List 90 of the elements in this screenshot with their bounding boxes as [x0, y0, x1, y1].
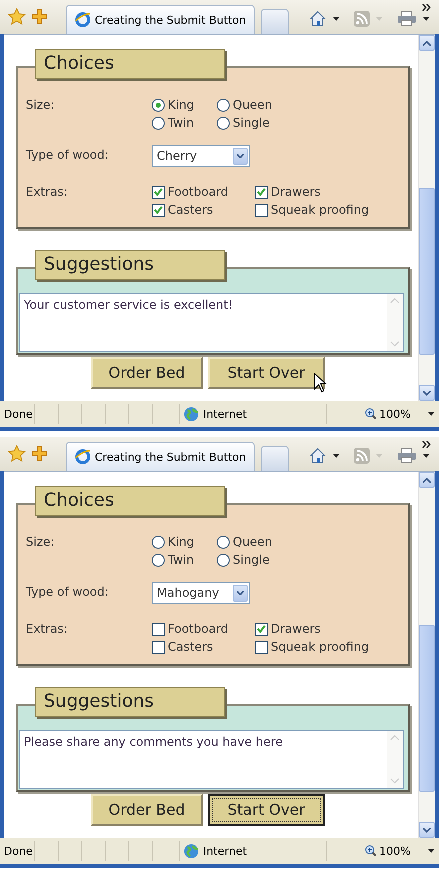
panel-title: Suggestions	[35, 250, 225, 280]
panel-title: Choices	[35, 486, 225, 516]
scroll-down-icon[interactable]	[423, 828, 431, 832]
order-button[interactable]: Order Bed	[91, 357, 203, 389]
order-button[interactable]: Order Bed	[91, 794, 203, 826]
checkbox-option[interactable]: Footboard	[152, 622, 255, 636]
field-label: Type of wood:	[26, 585, 110, 599]
checkbox-option[interactable]: Drawers	[255, 622, 385, 636]
checkbox[interactable]	[255, 186, 268, 198]
chevron-icon[interactable]	[422, 4, 431, 11]
checkbox[interactable]	[255, 204, 268, 216]
checkbox-option[interactable]: Casters	[152, 640, 255, 654]
checkbox[interactable]	[152, 204, 165, 216]
browser-logo-icon	[75, 12, 91, 28]
radio-option[interactable]: Single	[217, 116, 297, 130]
radio-button[interactable]	[217, 116, 230, 130]
radio-button[interactable]	[217, 554, 230, 566]
browser-logo-icon	[75, 449, 91, 465]
wood-select[interactable]: Mahogany	[152, 582, 250, 604]
browser-tab[interactable]: Creating the Submit Button	[66, 5, 256, 34]
scrollbar[interactable]	[418, 35, 435, 401]
radio-option[interactable]: Queen	[217, 535, 297, 549]
field-label: Size:	[26, 98, 56, 112]
scroll-up-icon[interactable]	[423, 40, 431, 46]
wood-select[interactable]: Cherry	[152, 145, 250, 167]
radio-button[interactable]	[152, 98, 165, 112]
caret-icon	[237, 154, 244, 158]
suggestions-field[interactable]: Please share any comments you have here	[19, 730, 404, 789]
zone-text: Internet	[203, 408, 248, 420]
radio-button[interactable]	[152, 554, 165, 566]
zoom-icon[interactable]	[364, 408, 376, 420]
zoom-level[interactable]: 100%	[380, 844, 411, 858]
radio-option[interactable]: King	[152, 535, 217, 549]
caret-icon[interactable]	[423, 17, 430, 21]
radio-option[interactable]: Twin	[152, 553, 217, 567]
home-icon[interactable]	[309, 447, 328, 465]
panel-title: Suggestions	[35, 687, 225, 717]
radio-option[interactable]: Single	[217, 553, 297, 567]
caret-icon[interactable]	[333, 454, 340, 458]
dropdown-button[interactable]	[233, 148, 248, 164]
checkbox-option[interactable]: Drawers	[255, 185, 385, 199]
checkbox[interactable]	[152, 186, 165, 198]
scroll-down-icon[interactable]	[423, 390, 431, 396]
star-icon[interactable]	[8, 445, 26, 463]
radio-button[interactable]	[217, 536, 230, 548]
checkbox-option[interactable]: Casters	[152, 203, 255, 217]
plus-icon[interactable]	[32, 446, 48, 462]
caret-icon[interactable]	[333, 17, 340, 21]
printer-icon[interactable]	[397, 11, 418, 27]
radio-option[interactable]: Twin	[152, 116, 217, 130]
zoom-level[interactable]: 100%	[380, 408, 411, 420]
caret-icon[interactable]	[428, 412, 435, 416]
status-text: Done	[4, 408, 34, 420]
dropdown-button[interactable]	[233, 584, 248, 602]
browser-tab[interactable]: Creating the Submit Button	[66, 442, 256, 471]
suggestions-field[interactable]: Your customer service is excellent!	[19, 293, 404, 352]
radio-button[interactable]	[152, 536, 165, 548]
checkbox[interactable]	[152, 622, 165, 636]
checkbox[interactable]	[152, 640, 165, 654]
home-icon[interactable]	[309, 10, 328, 28]
caret-icon[interactable]	[423, 454, 430, 458]
radio-option[interactable]: Queen	[217, 98, 297, 112]
field-label: Size:	[26, 535, 56, 549]
scrollbar[interactable]	[418, 472, 435, 838]
zoom-icon[interactable]	[364, 845, 376, 857]
checkbox-option[interactable]: Squeak proofing	[255, 203, 385, 217]
cursor-icon	[314, 373, 327, 393]
checkbox[interactable]	[255, 640, 268, 654]
globe-icon	[184, 406, 200, 422]
field-label: Extras:	[26, 185, 69, 199]
star-icon[interactable]	[8, 8, 26, 26]
checkbox-option[interactable]: Squeak proofing	[255, 640, 385, 654]
field-label: Extras:	[26, 622, 69, 636]
globe-icon	[184, 844, 200, 858]
plus-icon[interactable]	[32, 9, 48, 25]
radio-button[interactable]	[217, 98, 230, 112]
status-text: Done	[4, 844, 34, 858]
radio-button[interactable]	[152, 116, 165, 130]
reset-button[interactable]: Start Over	[208, 794, 325, 826]
checkbox[interactable]	[255, 622, 268, 636]
chevron-icon[interactable]	[422, 441, 431, 448]
field-label: Type of wood:	[26, 148, 110, 162]
zone-text: Internet	[203, 844, 248, 858]
radio-option[interactable]: King	[152, 98, 217, 112]
checkbox-option[interactable]: Footboard	[152, 185, 255, 199]
scroll-up-icon[interactable]	[423, 478, 431, 482]
printer-icon[interactable]	[397, 448, 418, 464]
panel-title: Choices	[35, 49, 225, 79]
caret-icon	[237, 591, 244, 595]
caret-icon[interactable]	[428, 849, 435, 853]
